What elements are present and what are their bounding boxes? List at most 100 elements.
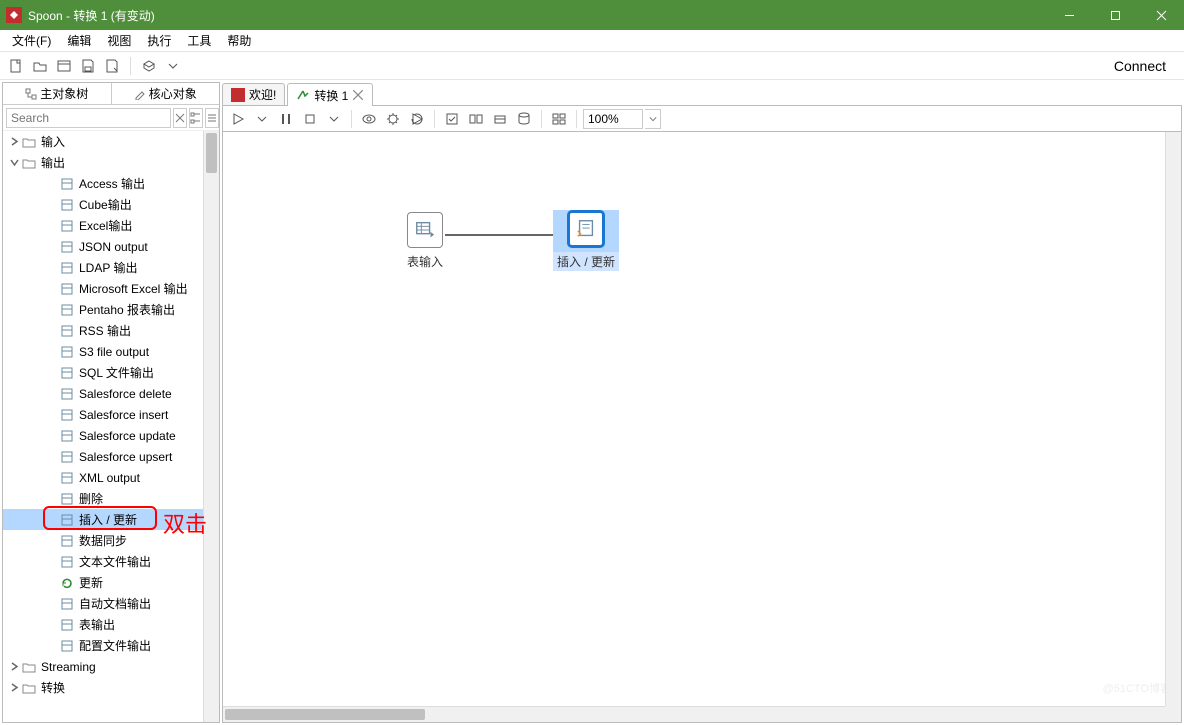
tree-item[interactable]: Salesforce delete <box>3 383 219 404</box>
trans-icon <box>296 88 310 102</box>
pencil-icon <box>134 88 146 100</box>
verify-button[interactable] <box>441 109 463 129</box>
stop-button[interactable] <box>299 109 321 129</box>
step-tree: 输入输出 Access 输出Cube输出Excel输出JSON outputLDA… <box>3 131 219 722</box>
node-table-input[interactable]: 表输入 <box>403 212 447 271</box>
item-label: 更新 <box>79 574 103 591</box>
item-label: 转换 <box>41 679 65 696</box>
main-toolbar: Connect <box>0 52 1184 80</box>
tree-item[interactable]: 更新 <box>3 572 219 593</box>
perspective-button[interactable] <box>139 56 159 76</box>
tree-item[interactable]: Salesforce update <box>3 425 219 446</box>
tree-item[interactable]: Access 输出 <box>3 173 219 194</box>
tree-scrollbar[interactable] <box>203 131 219 722</box>
insert-update-icon <box>567 210 605 248</box>
item-label: Pentaho 报表输出 <box>79 301 175 318</box>
tab-transformation[interactable]: 转换 1 <box>287 83 373 106</box>
item-icon <box>59 239 75 255</box>
run-dropdown[interactable] <box>251 109 273 129</box>
menu-file[interactable]: 文件(F) <box>4 30 59 51</box>
item-label: 文本文件输出 <box>79 553 151 570</box>
tree-item[interactable]: Pentaho 报表输出 <box>3 299 219 320</box>
close-tab-icon[interactable] <box>352 89 364 101</box>
welcome-icon <box>231 88 245 102</box>
tree-item[interactable]: 数据同步 <box>3 530 219 551</box>
debug-button[interactable] <box>382 109 404 129</box>
node-insert-update[interactable]: 插入 / 更新 <box>553 210 619 271</box>
tree-item[interactable]: RSS 输出 <box>3 320 219 341</box>
item-icon <box>59 533 75 549</box>
item-icon <box>21 659 37 675</box>
tree-item[interactable]: 删除 <box>3 488 219 509</box>
stop-dropdown[interactable] <box>323 109 345 129</box>
menu-run[interactable]: 执行 <box>139 30 179 51</box>
separator <box>130 57 131 75</box>
expand-all-button[interactable] <box>189 108 203 128</box>
close-button[interactable] <box>1138 0 1184 30</box>
canvas-vscrollbar[interactable] <box>1165 132 1181 706</box>
item-icon <box>59 344 75 360</box>
menu-edit[interactable]: 编辑 <box>59 30 99 51</box>
sql-button[interactable] <box>489 109 511 129</box>
explore-button[interactable] <box>54 56 74 76</box>
tree-item[interactable]: 转换 <box>3 677 219 698</box>
clear-search-button[interactable] <box>173 108 187 128</box>
canvas[interactable]: 表输入 插入 / 更新 @51CTO博客 <box>222 132 1182 723</box>
tree-item[interactable]: 输出 <box>3 152 219 173</box>
tab-core-objects[interactable]: 核心对象 <box>112 83 220 104</box>
item-label: SQL 文件输出 <box>79 364 154 381</box>
saveas-button[interactable] <box>102 56 122 76</box>
run-button[interactable] <box>227 109 249 129</box>
pause-button[interactable] <box>275 109 297 129</box>
tree-item[interactable]: Excel输出 <box>3 215 219 236</box>
menu-view[interactable]: 视图 <box>99 30 139 51</box>
tree-item[interactable]: 自动文档输出 <box>3 593 219 614</box>
open-button[interactable] <box>30 56 50 76</box>
item-icon <box>59 281 75 297</box>
tree-item[interactable]: Streaming <box>3 656 219 677</box>
maximize-button[interactable] <box>1092 0 1138 30</box>
tree-item[interactable]: S3 file output <box>3 341 219 362</box>
tree-item[interactable]: 配置文件输出 <box>3 635 219 656</box>
tree-item[interactable]: Salesforce upsert <box>3 446 219 467</box>
item-icon <box>21 680 37 696</box>
item-icon <box>59 302 75 318</box>
show-results-button[interactable] <box>548 109 570 129</box>
tree-item[interactable]: Salesforce insert <box>3 404 219 425</box>
impact-button[interactable] <box>465 109 487 129</box>
tree-item[interactable]: 输入 <box>3 131 219 152</box>
tree-item[interactable]: 文本文件输出 <box>3 551 219 572</box>
title-bar: Spoon - 转换 1 (有变动) <box>0 0 1184 30</box>
zoom-input[interactable] <box>583 109 643 129</box>
item-label: Microsoft Excel 输出 <box>79 280 188 297</box>
item-label: 自动文档输出 <box>79 595 151 612</box>
item-label: 配置文件输出 <box>79 637 151 654</box>
tab-welcome[interactable]: 欢迎! <box>222 83 285 105</box>
zoom-dropdown[interactable] <box>645 109 661 129</box>
minimize-button[interactable] <box>1046 0 1092 30</box>
preview-button[interactable] <box>358 109 380 129</box>
menu-tools[interactable]: 工具 <box>179 30 219 51</box>
hop-arrow[interactable] <box>445 229 565 243</box>
collapse-all-button[interactable] <box>205 108 219 128</box>
tree-item[interactable]: 表输出 <box>3 614 219 635</box>
new-button[interactable] <box>6 56 26 76</box>
tree-item[interactable]: JSON output <box>3 236 219 257</box>
tree-item[interactable]: LDAP 输出 <box>3 257 219 278</box>
explore-db-button[interactable] <box>513 109 535 129</box>
save-button[interactable] <box>78 56 98 76</box>
canvas-hscrollbar[interactable] <box>223 706 1165 722</box>
tree-item[interactable]: SQL 文件输出 <box>3 362 219 383</box>
item-label: 输出 <box>41 154 65 171</box>
tab-main-tree[interactable]: 主对象树 <box>3 83 112 104</box>
replay-button[interactable] <box>406 109 428 129</box>
search-input[interactable] <box>6 108 171 128</box>
tree-item[interactable]: Microsoft Excel 输出 <box>3 278 219 299</box>
tree-item[interactable]: XML output <box>3 467 219 488</box>
connect-button[interactable]: Connect <box>1102 54 1178 78</box>
menu-help[interactable]: 帮助 <box>219 30 259 51</box>
dropdown-icon[interactable] <box>163 56 183 76</box>
tree-item[interactable]: Cube输出 <box>3 194 219 215</box>
tree-item-insert-update[interactable]: 插入 / 更新 <box>3 509 219 530</box>
item-label: 插入 / 更新 <box>79 511 137 528</box>
